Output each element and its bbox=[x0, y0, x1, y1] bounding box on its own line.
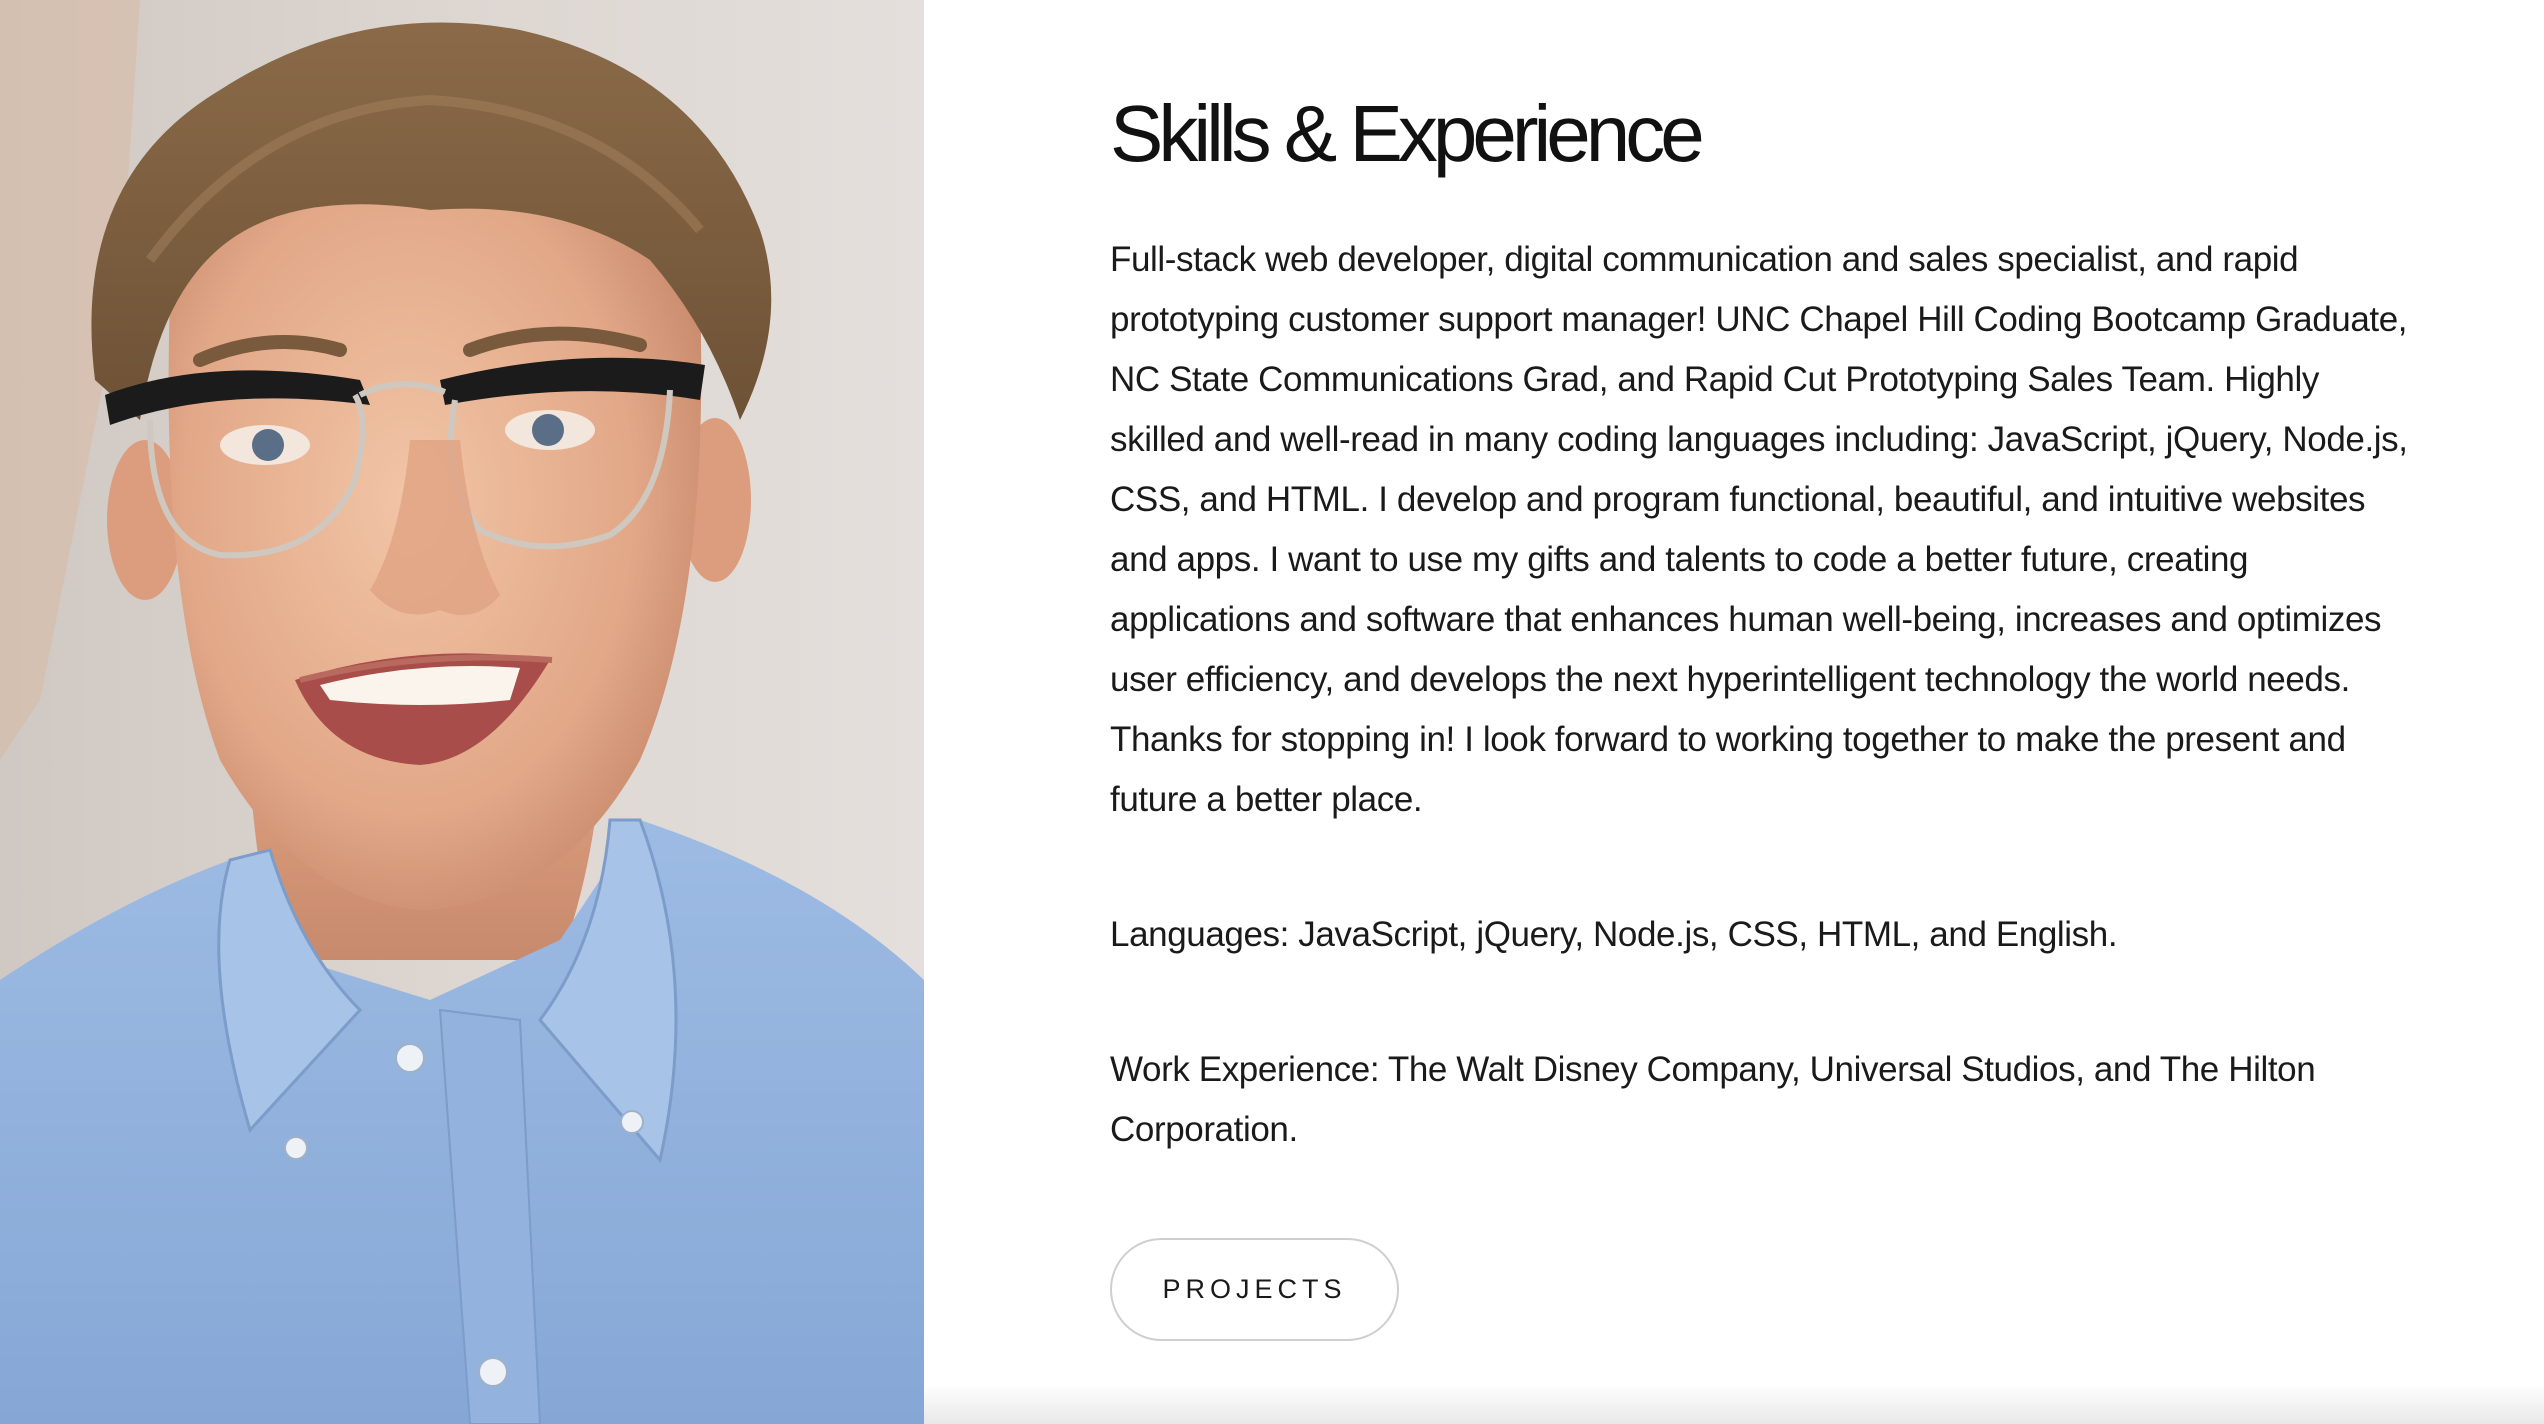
skills-content: Skills & Experience Full-stack web devel… bbox=[1110, 88, 2410, 1341]
projects-button[interactable]: PROJECTS bbox=[1110, 1238, 1399, 1341]
profile-photo bbox=[0, 0, 924, 1424]
section-title: Skills & Experience bbox=[1110, 89, 1705, 178]
languages-paragraph: Languages: JavaScript, jQuery, Node.js, … bbox=[1110, 915, 2118, 954]
work-experience-paragraph: Work Experience: The Walt Disney Company… bbox=[1110, 1050, 2316, 1149]
page: Skills & Experience Full-stack web devel… bbox=[0, 0, 2544, 1424]
skills-section: Skills & Experience Full-stack web devel… bbox=[924, 0, 2544, 1424]
bottom-shadow bbox=[924, 1384, 2544, 1424]
intro-paragraph: Full-stack web developer, digital commun… bbox=[1110, 240, 2408, 819]
portrait-illustration bbox=[0, 0, 924, 1424]
